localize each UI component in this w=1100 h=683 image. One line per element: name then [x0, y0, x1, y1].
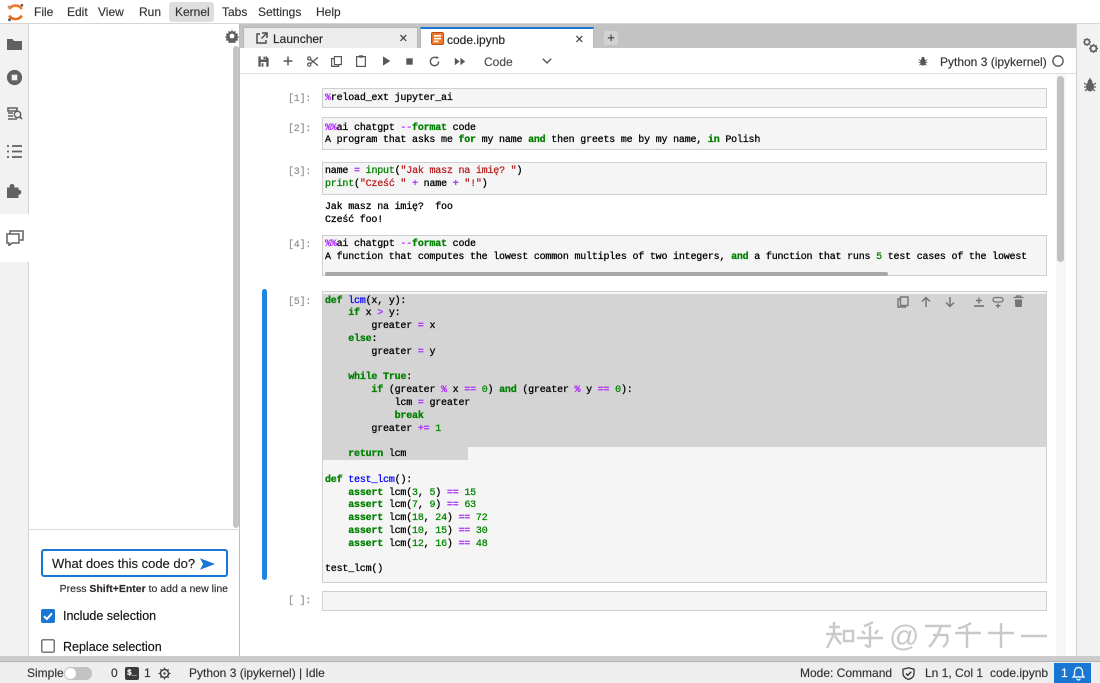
svg-text:@: @ [889, 620, 919, 653]
